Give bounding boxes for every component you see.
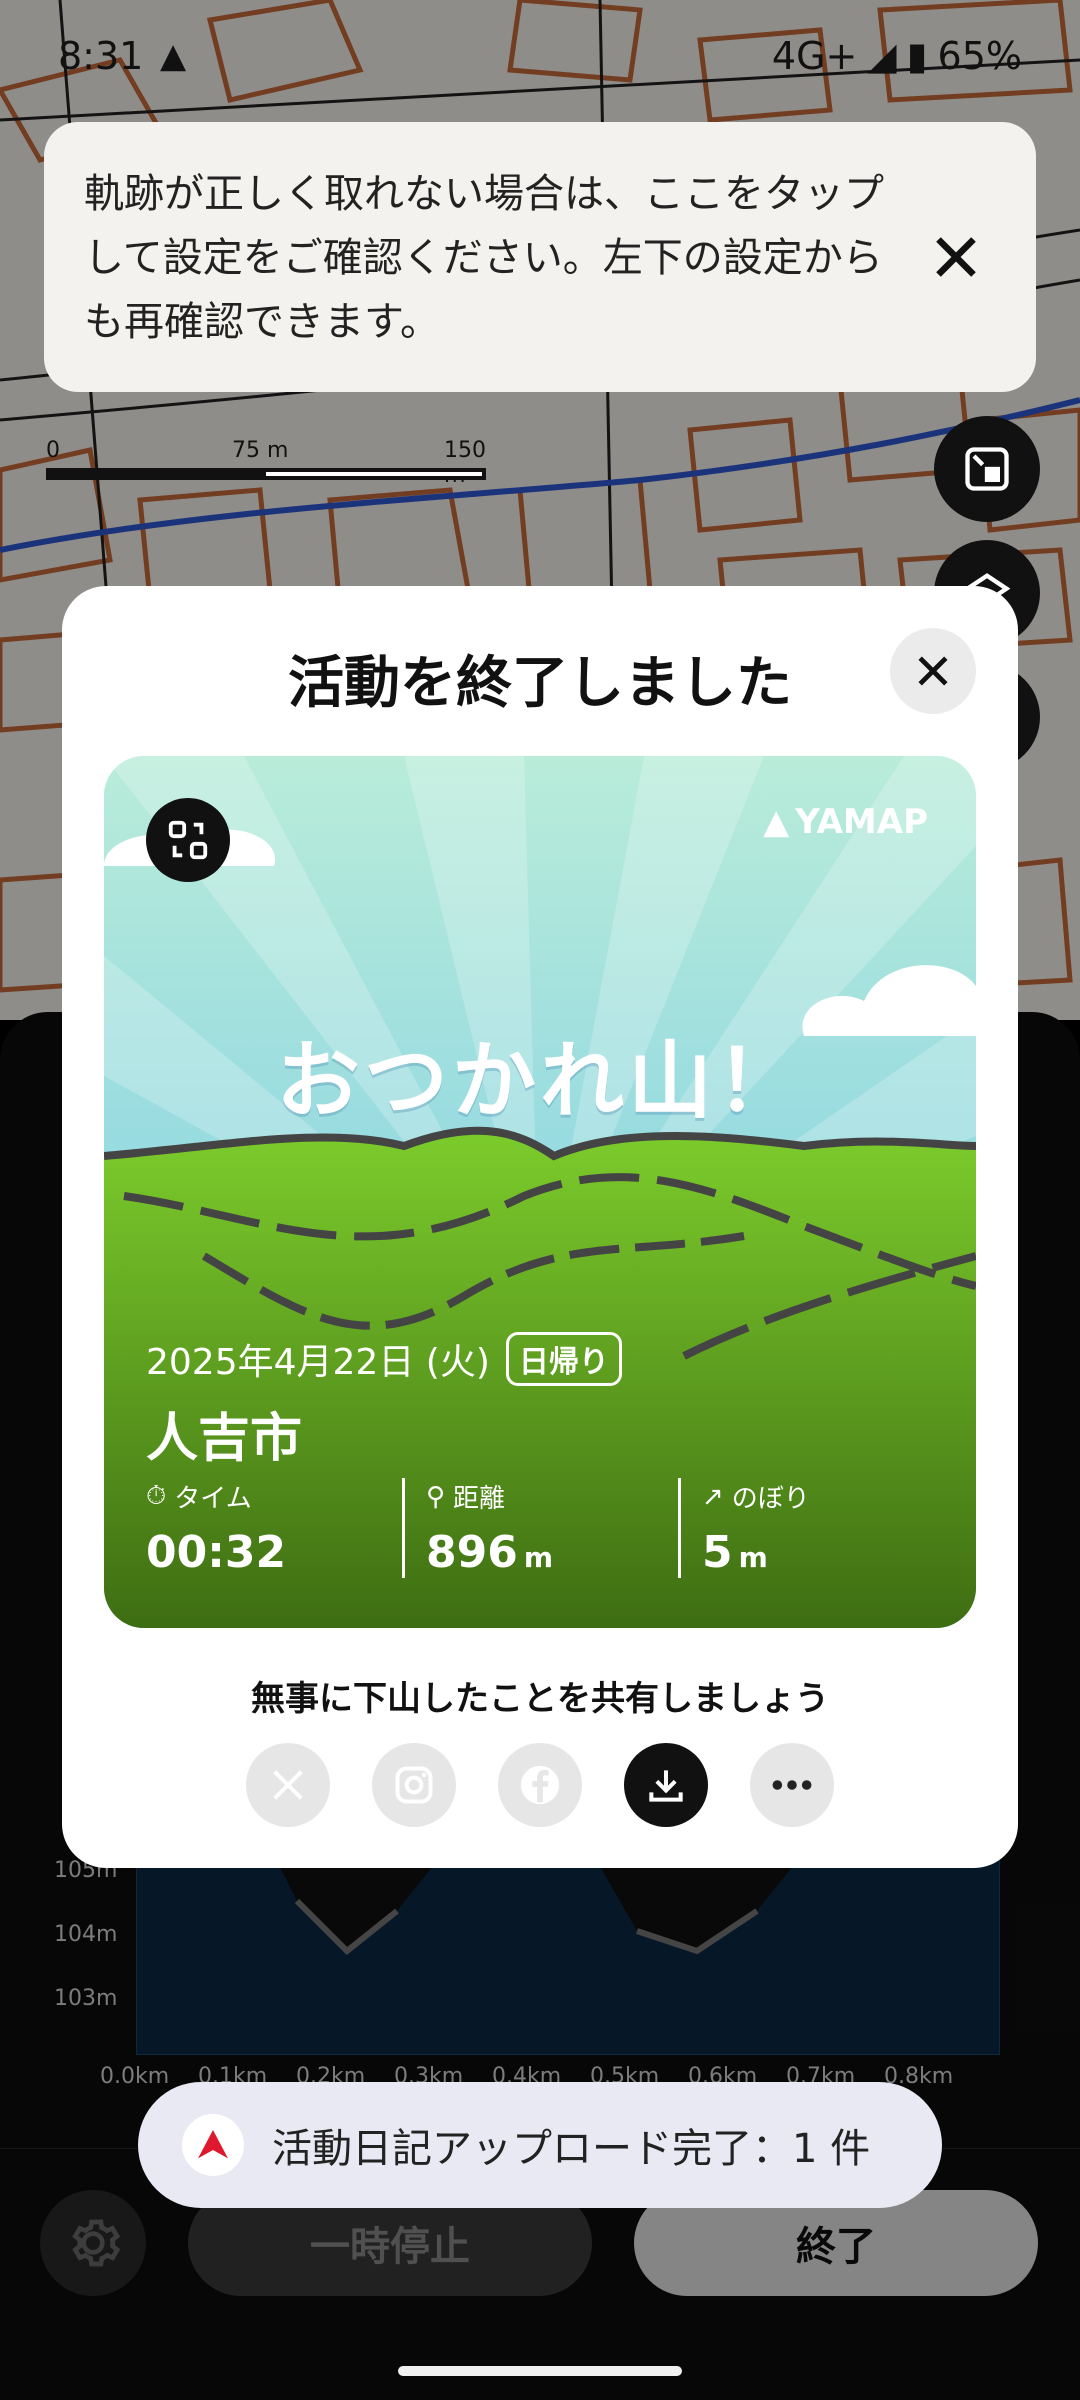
stat-value: 00:32 bbox=[146, 1527, 287, 1578]
save-image-button[interactable] bbox=[624, 1743, 708, 1827]
stat-unit: m bbox=[738, 1541, 768, 1574]
instagram-icon bbox=[395, 1766, 433, 1804]
share-x-button[interactable] bbox=[246, 1743, 330, 1827]
scale-label: 75 m bbox=[232, 438, 289, 463]
ascent-icon: ↗ bbox=[702, 1481, 724, 1512]
stat-label: 距離 bbox=[453, 1484, 506, 1514]
navigation-icon: ▲ bbox=[160, 36, 187, 76]
card-headline: おつかれ山！ bbox=[275, 1032, 804, 1130]
network-label: 4G+ bbox=[771, 34, 858, 78]
map-layer-button[interactable] bbox=[934, 416, 1040, 522]
yamap-app-icon bbox=[182, 2114, 244, 2176]
battery-icon: ▮ bbox=[906, 34, 928, 78]
x-icon bbox=[273, 1770, 303, 1800]
share-prompt: 無事に下山したことを共有しましょう bbox=[251, 1679, 829, 1719]
stat-divider bbox=[678, 1478, 681, 1578]
share-card: ▲ YAMAP おつかれ山！ 2025年4月22日 (火) 日帰り 人吉市 ⏱ タ… bbox=[104, 756, 976, 1628]
close-icon bbox=[918, 656, 948, 686]
battery-label: 65% bbox=[937, 34, 1022, 78]
yamap-mark-icon: ▲ bbox=[763, 802, 790, 842]
logo-text: YAMAP bbox=[795, 802, 928, 842]
home-indicator[interactable] bbox=[398, 2366, 682, 2376]
stat-value: 896 bbox=[426, 1527, 518, 1578]
activity-finished-dialog: 活動を終了しました ▲ YAMAP おつかれ山！ 2025年4月22日 (火) … bbox=[62, 586, 1018, 1868]
share-instagram-button[interactable] bbox=[372, 1743, 456, 1827]
stat-distance: ⚲ 距離 896 m bbox=[426, 1478, 554, 1579]
screen: 105m 104m 103m 0.0km 0.1km 0.2km 0.3km 0… bbox=[0, 0, 1080, 2400]
stat-time: ⏱ タイム 00:32 bbox=[146, 1478, 292, 1578]
scale-bar bbox=[46, 468, 486, 480]
swap-icon bbox=[168, 820, 208, 860]
stat-ascent: ↗ のぼり 5m bbox=[702, 1478, 810, 1579]
stat-value: 5 bbox=[702, 1527, 733, 1578]
facebook-icon bbox=[520, 1765, 560, 1805]
scale-label: 0 bbox=[46, 438, 60, 463]
stat-label: タイム bbox=[174, 1484, 252, 1514]
close-icon[interactable] bbox=[926, 227, 986, 287]
status-time: 8:31 bbox=[58, 34, 144, 78]
banner-message: 軌跡が正しく取れない場合は、ここをタップして設定をご確認ください。左下の設定から… bbox=[84, 171, 884, 345]
tracking-hint-banner[interactable]: 軌跡が正しく取れない場合は、ここをタップして設定をご確認ください。左下の設定から… bbox=[44, 122, 1036, 392]
download-icon bbox=[649, 1770, 683, 1802]
stat-label: のぼり bbox=[731, 1484, 810, 1514]
share-facebook-button[interactable] bbox=[498, 1743, 582, 1827]
signal-icon: ◢ bbox=[867, 34, 897, 78]
dialog-title: 活動を終了しました bbox=[288, 651, 792, 716]
yamap-logo: ▲ YAMAP bbox=[763, 802, 928, 842]
stopwatch-icon: ⏱ bbox=[146, 1481, 167, 1511]
stat-unit: m bbox=[523, 1541, 554, 1574]
more-icon bbox=[772, 1780, 812, 1790]
status-bar: 8:31 ▲ 4G+ ◢ ▮ 65% bbox=[0, 30, 1080, 90]
collapse-icon bbox=[965, 447, 1009, 491]
scale-label: 150 m bbox=[444, 438, 486, 488]
more-share-button[interactable] bbox=[750, 1743, 834, 1827]
activity-place: 人吉市 bbox=[146, 1409, 303, 1469]
dialog-close-button[interactable] bbox=[890, 628, 976, 714]
trip-type-tag: 日帰り bbox=[505, 1332, 622, 1386]
upload-complete-toast: 活動日記アップロード完了：1 件 bbox=[138, 2082, 942, 2208]
activity-date-row: 2025年4月22日 (火) 日帰り bbox=[146, 1332, 622, 1386]
route-icon: ⚲ bbox=[426, 1481, 446, 1512]
stat-divider bbox=[402, 1478, 405, 1578]
toast-message: 活動日記アップロード完了：1 件 bbox=[272, 2126, 871, 2172]
activity-date: 2025年4月22日 (火) bbox=[146, 1342, 490, 1383]
share-buttons bbox=[246, 1743, 834, 1827]
swap-template-button[interactable] bbox=[146, 798, 230, 882]
status-right: 4G+ ◢ ▮ 65% bbox=[772, 34, 1022, 78]
